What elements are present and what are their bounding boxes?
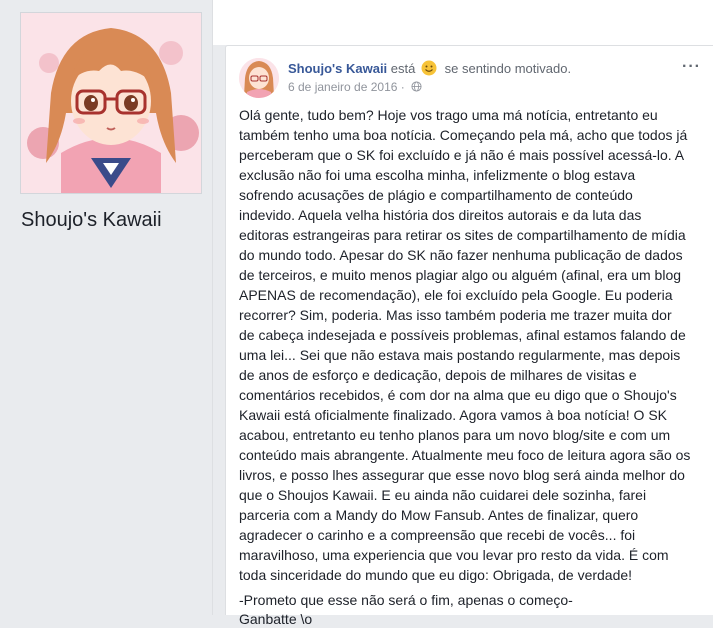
closing-line-2: Ganbatte \o: [239, 611, 313, 627]
feeling-text[interactable]: se sentindo motivado.: [445, 61, 571, 76]
smiling-face-emoji-icon: [421, 60, 437, 76]
more-options-icon[interactable]: ···: [682, 58, 701, 76]
post-text: Olá gente, tudo bem? Hoje vos trago uma …: [239, 107, 691, 583]
profile-picture[interactable]: [20, 12, 202, 194]
top-strip: [213, 0, 713, 45]
page-sidebar: Shoujo's Kawaii: [0, 0, 212, 615]
post-meta: 6 de janeiro de 2016 ·: [288, 80, 422, 94]
post-author-avatar[interactable]: [239, 58, 279, 98]
page-name[interactable]: Shoujo's Kawaii: [21, 209, 162, 232]
post-timestamp[interactable]: 6 de janeiro de 2016: [288, 80, 397, 94]
divider: [212, 0, 213, 615]
avatar-image: [239, 58, 279, 98]
post-card: Shoujo's Kawaii está se sentindo motivad…: [225, 45, 713, 627]
globe-icon[interactable]: [411, 81, 422, 92]
post-header: Shoujo's Kawaii está se sentindo motivad…: [288, 60, 571, 76]
anime-girl-avatar-image: [21, 13, 201, 193]
meta-separator: ·: [400, 80, 405, 94]
closing-line-1: -Prometo que esse não será o fim, apenas…: [239, 592, 573, 608]
post-author-name[interactable]: Shoujo's Kawaii: [288, 61, 387, 76]
post-body: Olá gente, tudo bem? Hoje vos trago uma …: [239, 105, 691, 628]
feeling-prefix: está: [390, 61, 416, 76]
